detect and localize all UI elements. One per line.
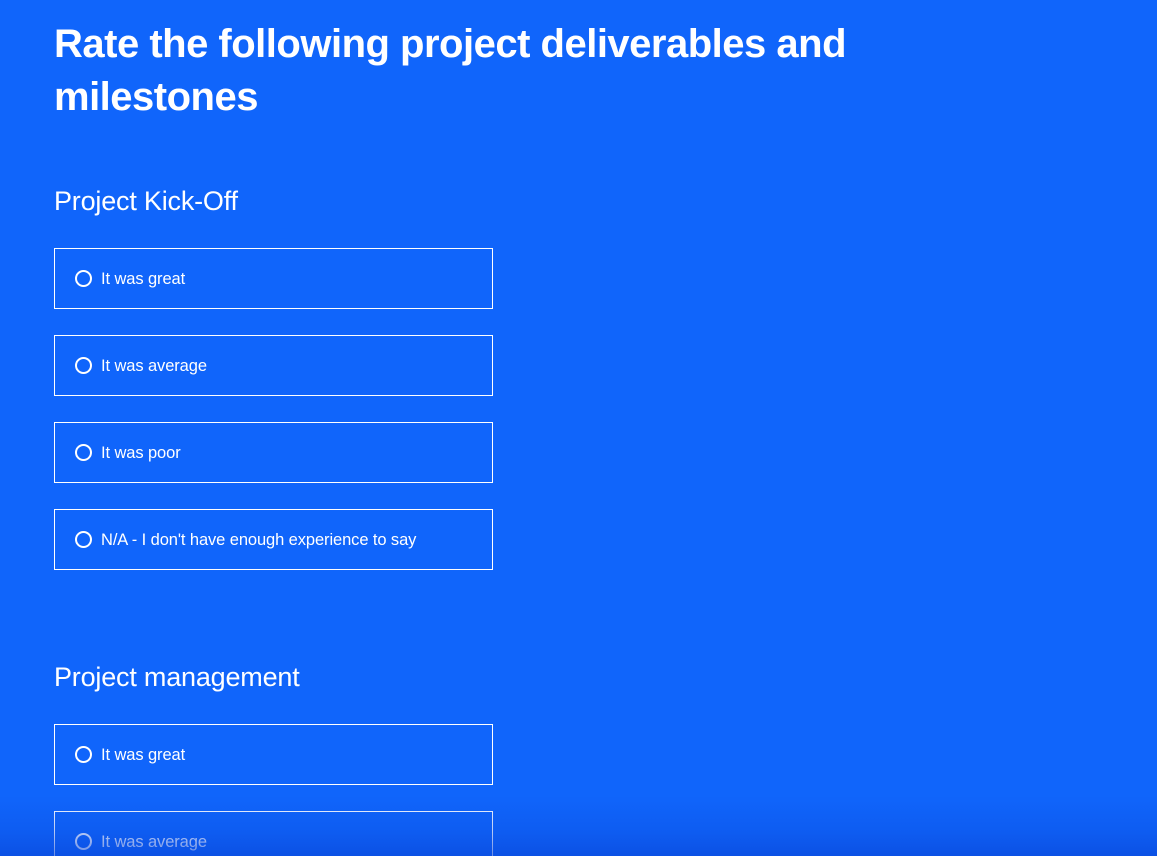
option-card[interactable]: It was average <box>54 811 493 856</box>
survey-page: Rate the following project deliverables … <box>0 0 1157 856</box>
option-card[interactable]: It was great <box>54 248 493 309</box>
question-heading: Project management <box>54 662 300 692</box>
radio-unselected-icon[interactable] <box>75 357 92 374</box>
option-label: It was average <box>101 356 207 375</box>
option-card[interactable]: It was poor <box>54 422 493 483</box>
radio-unselected-icon[interactable] <box>75 746 92 763</box>
radio-unselected-icon[interactable] <box>75 270 92 287</box>
question-group-project-kick-off: Project Kick-Off It was great It was ave… <box>54 183 494 570</box>
option-label: It was great <box>101 745 186 764</box>
option-card[interactable]: It was great <box>54 724 493 785</box>
option-label: It was great <box>101 269 186 288</box>
radio-unselected-icon[interactable] <box>75 444 92 461</box>
radio-unselected-icon[interactable] <box>75 531 92 548</box>
question-group-project-management: Project management It was great It was a… <box>54 659 494 856</box>
options-list: It was great It was average It was poor … <box>54 248 494 570</box>
option-label: It was average <box>101 832 207 851</box>
options-list: It was great It was average <box>54 724 494 856</box>
radio-unselected-icon[interactable] <box>75 833 92 850</box>
question-heading: Project Kick-Off <box>54 186 238 216</box>
option-card[interactable]: It was average <box>54 335 493 396</box>
option-label: It was poor <box>101 443 181 462</box>
page-title: Rate the following project deliverables … <box>54 22 847 119</box>
option-label: N/A - I don't have enough experience to … <box>101 530 417 549</box>
option-card[interactable]: N/A - I don't have enough experience to … <box>54 509 493 570</box>
